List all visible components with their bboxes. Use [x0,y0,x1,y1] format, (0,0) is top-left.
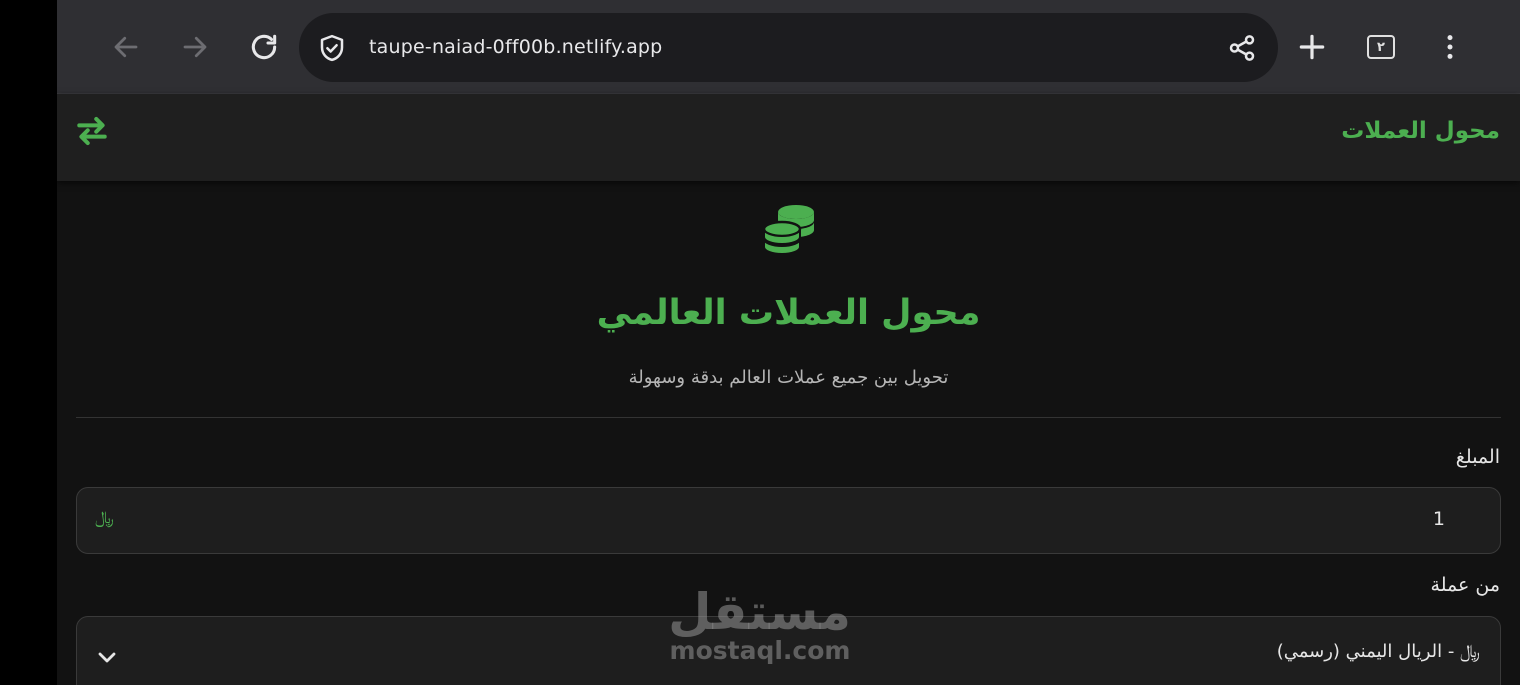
arrow-right-icon [183,36,207,58]
url-text[interactable]: taupe-naiad-0ff00b.netlify.app [369,36,662,58]
app-brand[interactable]: محول العملات [1341,118,1500,144]
browser-toolbar: taupe-naiad-0ff00b.netlify.app ٢ [57,0,1520,94]
back-button[interactable] [103,24,149,70]
from-currency-label: من عملة [1430,574,1500,596]
tab-switcher-button[interactable]: ٢ [1367,35,1395,59]
arrow-left-icon [114,36,138,58]
page-subtitle: تحويل بين جميع عملات العالم بدقة وسهولة [628,367,949,388]
reload-button[interactable] [241,24,287,70]
page-title: محول العملات العالمي [596,293,981,333]
plus-icon [1299,34,1325,60]
swap-arrows-icon[interactable] [75,114,109,148]
shield-check-icon[interactable] [317,33,347,63]
currency-symbol: ﷼ [95,508,114,528]
reload-icon [251,34,277,60]
kebab-menu-icon [1447,35,1453,59]
amount-input-value[interactable]: 1 [1433,508,1445,530]
converter-card: محول العملات العالمي تحويل بين جميع عملا… [57,181,1520,685]
app-header: محول العملات [57,94,1520,181]
forward-button[interactable] [172,24,218,70]
from-currency-selected[interactable]: ﷼ - الريال اليمني (رسمي) [1277,641,1480,662]
chevron-down-icon[interactable] [95,645,119,669]
divider [76,417,1501,418]
address-bar[interactable]: taupe-naiad-0ff00b.netlify.app [299,13,1278,82]
amount-label: المبلغ [1455,446,1500,468]
new-tab-button[interactable] [1289,24,1335,70]
share-icon[interactable] [1227,33,1257,63]
screen: taupe-naiad-0ff00b.netlify.app ٢ محول ال… [57,0,1520,685]
from-currency-select[interactable]: ﷼ - الريال اليمني (رسمي) [76,616,1501,685]
browser-menu-button[interactable] [1427,24,1473,70]
amount-input[interactable]: 1 ﷼ [76,487,1501,554]
coins-icon [762,205,814,256]
